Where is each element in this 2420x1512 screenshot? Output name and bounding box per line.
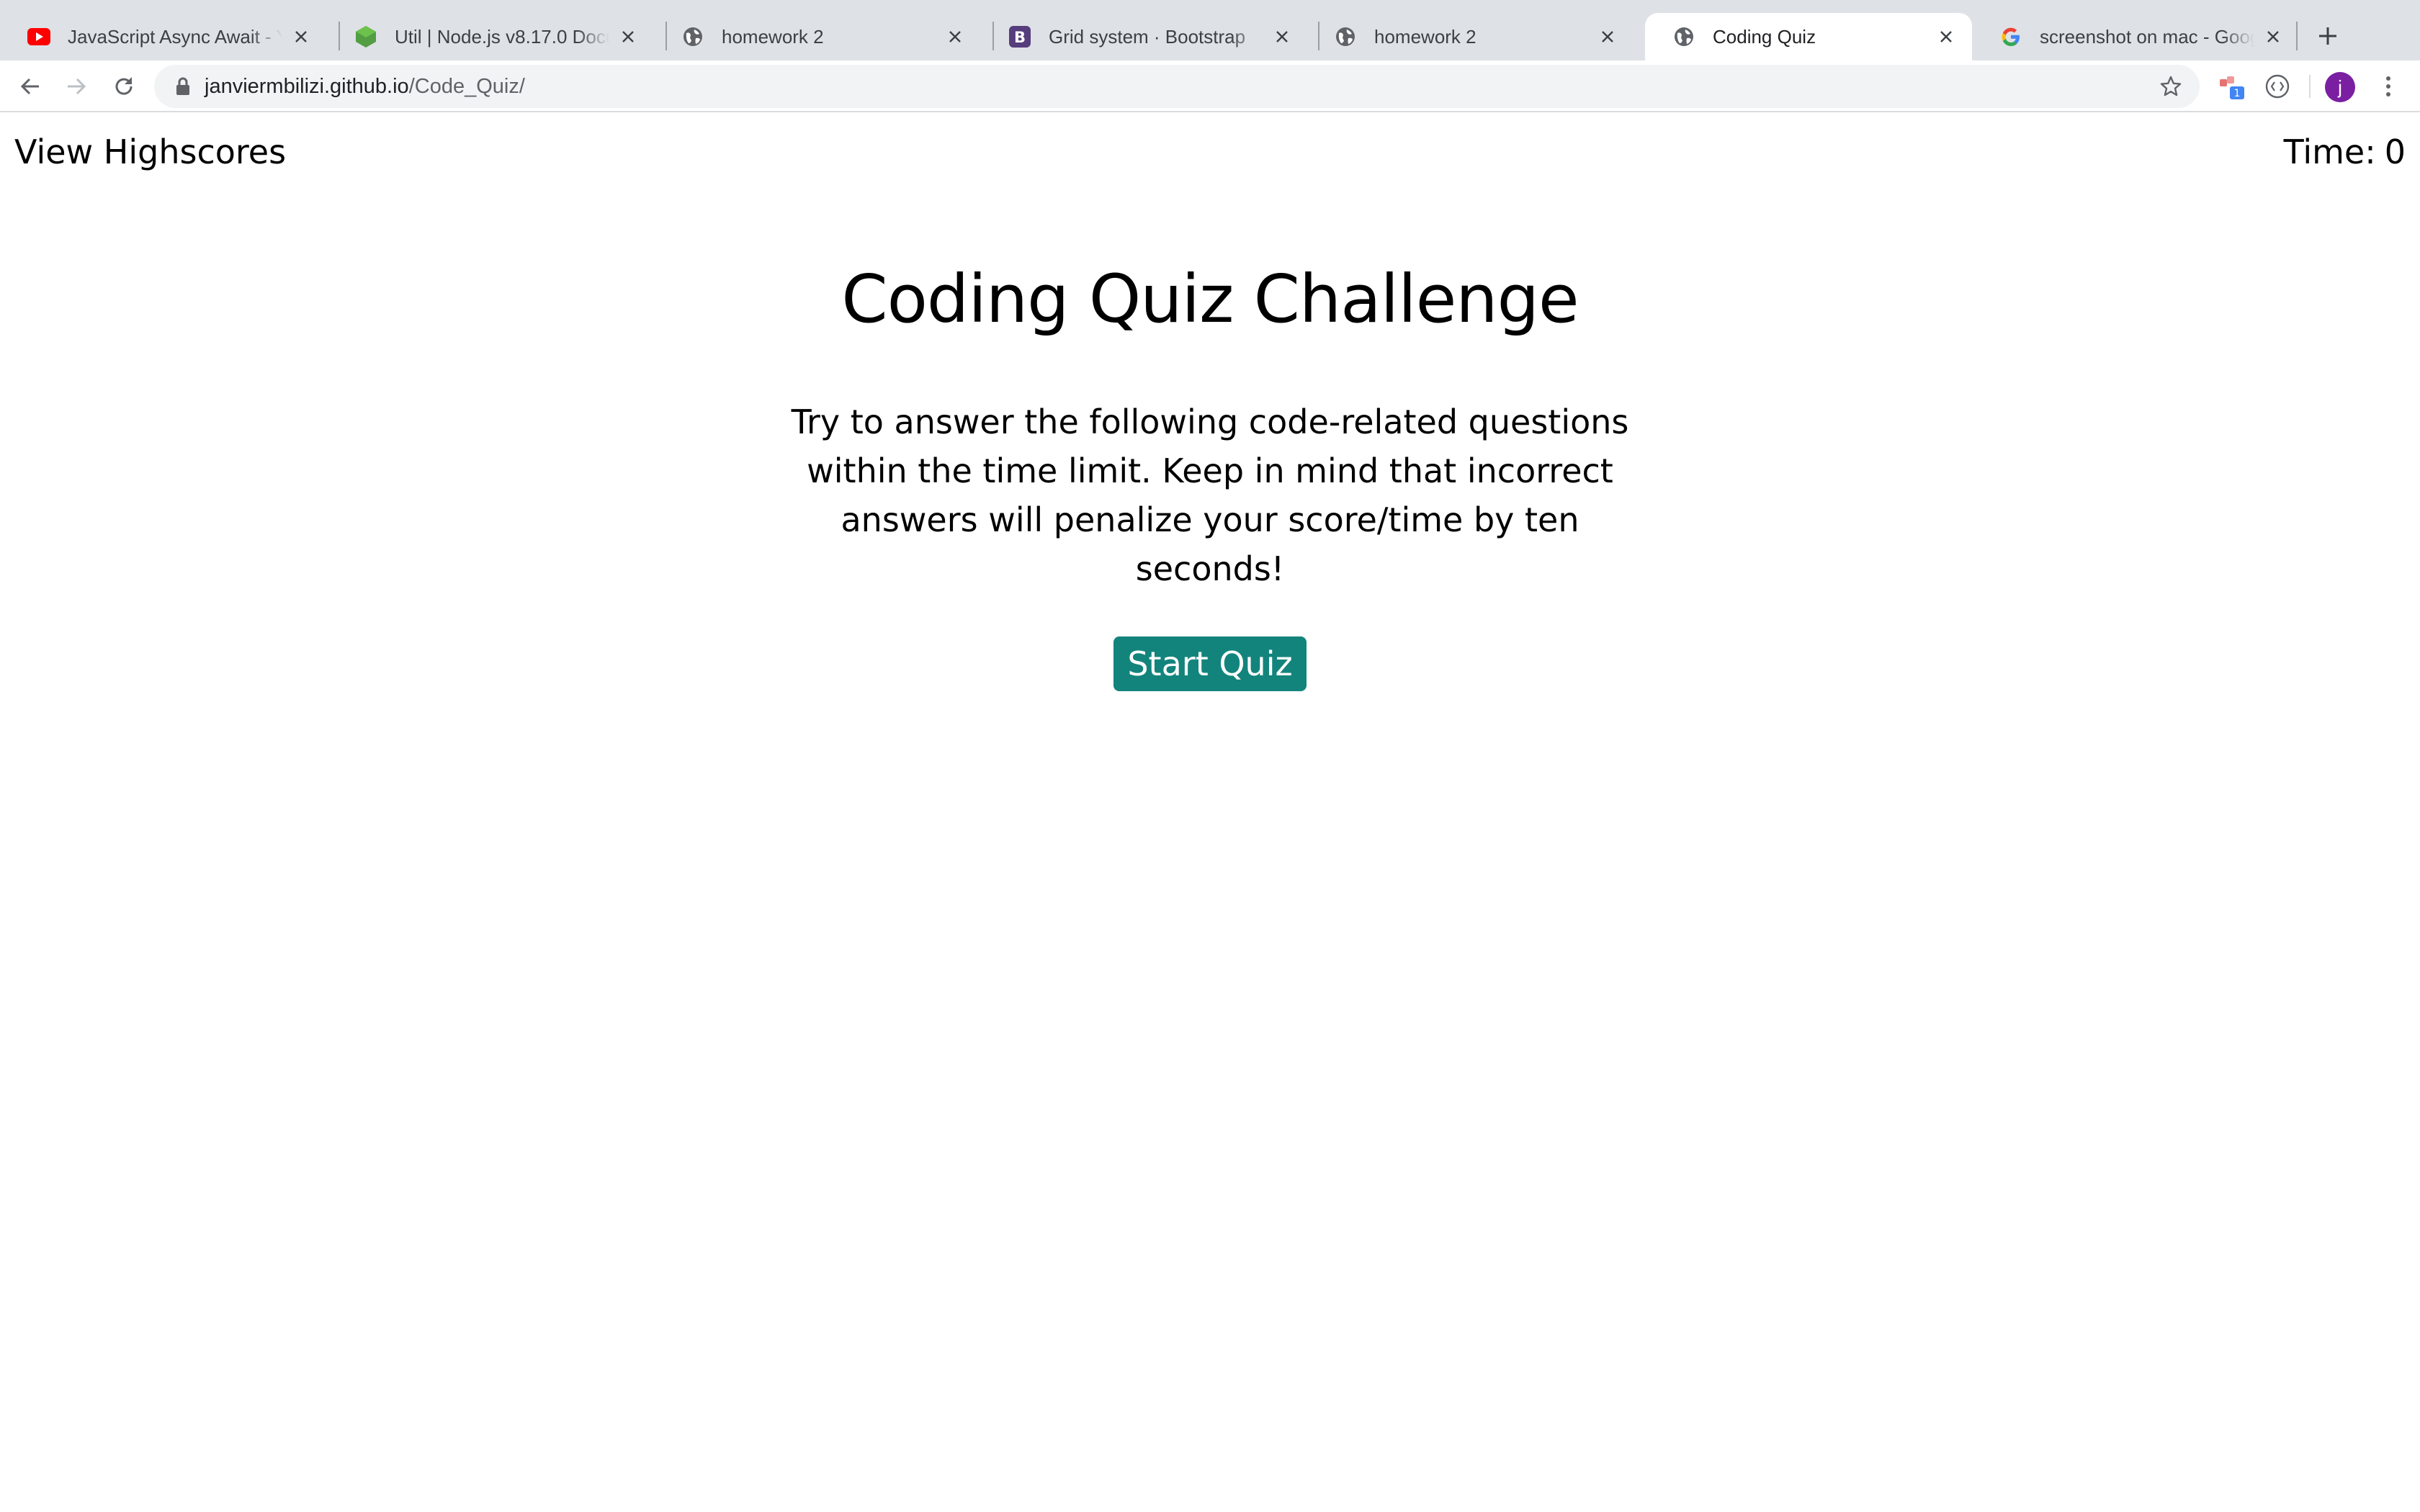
tab-homework-2[interactable]: homework 2	[1307, 13, 1634, 60]
tab-title: Coding Quiz	[1713, 25, 1816, 48]
tab-title: JavaScript Async Await - YouTube	[68, 25, 282, 48]
tab-google-search[interactable]: screenshot on mac - Google Search	[1972, 13, 2299, 60]
back-button[interactable]	[16, 72, 45, 101]
globe-icon	[1672, 25, 1695, 48]
profile-avatar[interactable]: j	[2325, 72, 2355, 102]
close-icon[interactable]	[617, 25, 640, 48]
timer: Time: 0	[2284, 132, 2406, 171]
browser-toolbar: janviermbilizi.github.io/Code_Quiz/ 1 j	[0, 60, 2420, 112]
extension-button-2[interactable]	[2262, 71, 2293, 102]
url-path: /Code_Quiz/	[408, 74, 525, 98]
page-title: Coding Quiz Challenge	[841, 261, 1579, 338]
tab-bootstrap-grid[interactable]: B Grid system · Bootstrap	[981, 13, 1308, 60]
tab-coding-quiz[interactable]: Coding Quiz	[1645, 13, 1972, 60]
bookmark-star-icon[interactable]	[2158, 73, 2184, 99]
close-icon[interactable]	[944, 25, 967, 48]
close-icon[interactable]	[290, 25, 313, 48]
tab-nodejs-docs[interactable]: Util | Node.js v8.17.0 Documentation	[327, 13, 654, 60]
circle-code-icon	[2265, 74, 2290, 99]
browser-tab-strip: JavaScript Async Await - YouTube Util | …	[0, 0, 2420, 60]
arrow-left-icon	[20, 78, 39, 95]
youtube-icon	[27, 25, 50, 48]
new-tab-button[interactable]	[2311, 19, 2345, 53]
forward-button[interactable]	[62, 72, 91, 101]
tab-homework-2[interactable]: homework 2	[654, 13, 981, 60]
toolbar-divider	[2309, 75, 2311, 98]
timer-value: 0	[2384, 132, 2406, 171]
close-icon[interactable]	[2262, 25, 2285, 48]
close-icon[interactable]	[1596, 25, 1619, 48]
globe-icon	[681, 25, 704, 48]
close-icon[interactable]	[1935, 25, 1958, 48]
web-page: View Highscores Time: 0 Coding Quiz Chal…	[0, 112, 2420, 1512]
menu-button[interactable]	[2372, 71, 2404, 102]
quiz-description: Try to answer the following code-related…	[791, 402, 1629, 588]
tab-youtube[interactable]: JavaScript Async Await - YouTube	[0, 13, 327, 60]
svg-text:B: B	[1014, 29, 1026, 46]
tab-title: homework 2	[1374, 25, 1476, 48]
kebab-menu-icon	[2386, 76, 2390, 96]
lock-icon[interactable]	[173, 76, 193, 96]
extension-icon: 1	[2220, 76, 2244, 99]
tab-title: Util | Node.js v8.17.0 Documentation	[395, 25, 609, 48]
nodejs-icon	[354, 25, 377, 48]
tab-separator	[2296, 22, 2298, 50]
start-quiz-button[interactable]: Start Quiz	[1113, 636, 1307, 691]
tab-title: screenshot on mac - Google Search	[2040, 25, 2254, 48]
tab-title: homework 2	[722, 25, 824, 48]
globe-icon	[1334, 25, 1357, 48]
reload-icon	[115, 77, 133, 95]
plus-icon	[2319, 27, 2336, 45]
url-host: janviermbilizi.github.io	[205, 74, 409, 98]
address-bar[interactable]: janviermbilizi.github.io/Code_Quiz/	[154, 65, 2200, 108]
tab-title: Grid system · Bootstrap	[1049, 25, 1246, 48]
extension-button[interactable]: 1	[2215, 71, 2247, 102]
arrow-right-icon	[68, 78, 86, 95]
url-text: janviermbilizi.github.io/Code_Quiz/	[205, 75, 525, 99]
timer-label: Time:	[2283, 132, 2376, 171]
reload-button[interactable]	[109, 72, 138, 101]
bootstrap-icon: B	[1008, 25, 1031, 48]
google-icon	[1999, 25, 2022, 48]
view-highscores-link[interactable]: View Highscores	[14, 132, 286, 171]
close-icon[interactable]	[1270, 25, 1294, 48]
extension-badge: 1	[2234, 88, 2241, 99]
